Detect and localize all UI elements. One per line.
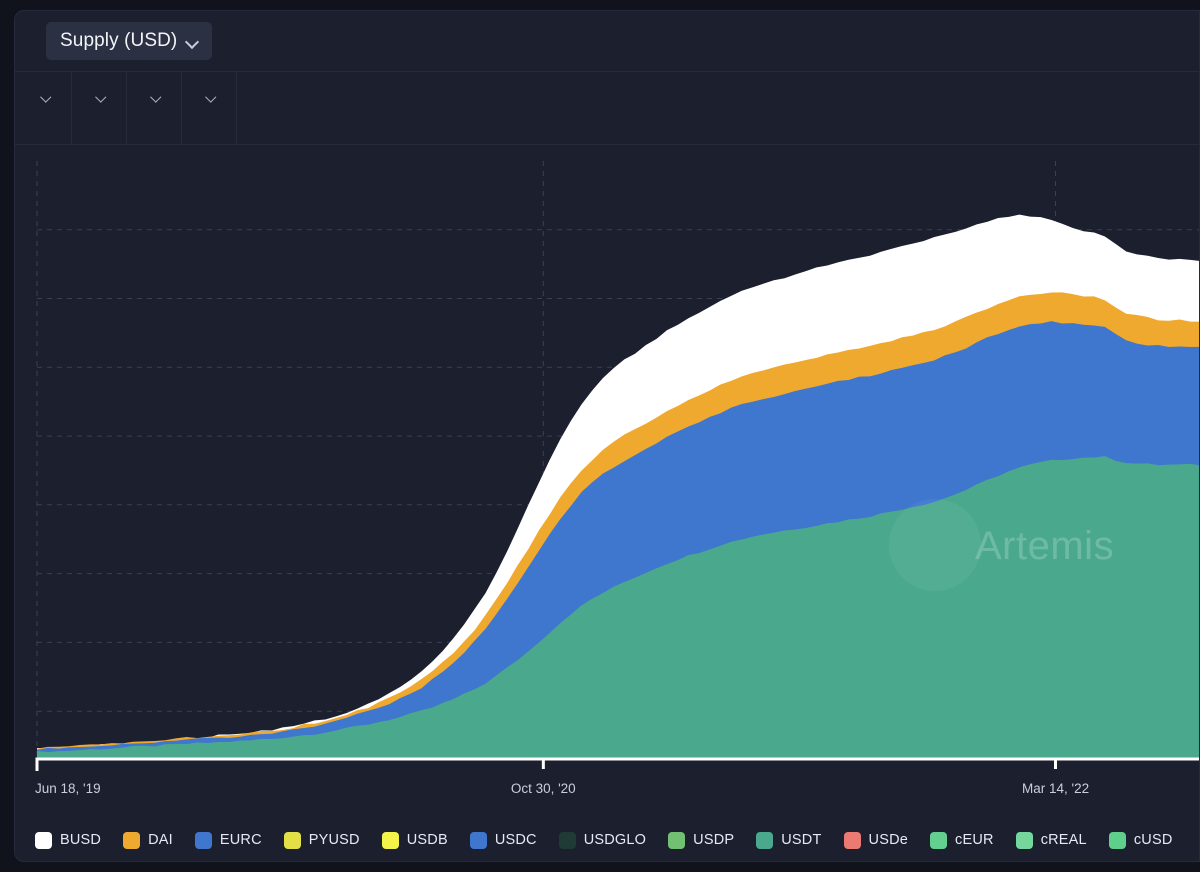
chevron-down-icon (186, 35, 199, 48)
legend-item-creal[interactable]: cREAL (1016, 832, 1087, 849)
x-axis-label: Mar 14, '22 (1022, 781, 1089, 796)
legend-swatch (284, 832, 301, 849)
legend-label: USDC (495, 832, 537, 848)
legend-swatch (668, 832, 685, 849)
legend-label: cUSD (1134, 832, 1173, 848)
chevron-down-icon (97, 92, 108, 103)
control-value-row (90, 92, 108, 103)
chart-control-bar (15, 72, 1200, 145)
control-value-row (35, 92, 53, 103)
legend-label: USDB (407, 832, 448, 848)
chart-plot-area: Artemis Jun 18, '19 Oct 30, '20 Mar 14, '2… (15, 145, 1200, 813)
legend-item-usdc[interactable]: USDC (470, 832, 537, 849)
control-units[interactable] (127, 72, 182, 144)
control-value-row (200, 92, 218, 103)
x-axis-line (37, 759, 1200, 771)
metric-selector[interactable]: Supply (USD) (46, 22, 212, 60)
legend-item-usde[interactable]: USDe (844, 832, 908, 849)
legend-item-eurc[interactable]: EURC (195, 832, 262, 849)
legend-item-usdp[interactable]: USDP (668, 832, 734, 849)
legend-item-usdb[interactable]: USDB (382, 832, 448, 849)
legend-label: USDT (781, 832, 821, 848)
chevron-down-icon (42, 92, 53, 103)
legend-item-usdt[interactable]: USDT (756, 832, 821, 849)
legend-label: EURC (220, 832, 262, 848)
legend-swatch (382, 832, 399, 849)
control-breakdown[interactable] (182, 72, 237, 144)
legend-label: USDe (869, 832, 908, 848)
legend-item-usdglo[interactable]: USDGLO (559, 832, 646, 849)
legend-label: cEUR (955, 832, 994, 848)
watermark-text: Artemis (975, 524, 1114, 568)
legend-item-dai[interactable]: DAI (123, 832, 173, 849)
legend-swatch (470, 832, 487, 849)
chart-page: Supply (USD) Artemis Jun 18, '19 Oct 30, … (0, 0, 1200, 872)
x-axis-label: Oct 30, '20 (511, 781, 576, 796)
legend-swatch (844, 832, 861, 849)
control-chart[interactable] (15, 72, 72, 144)
legend-label: DAI (148, 832, 173, 848)
chevron-down-icon (207, 92, 218, 103)
metric-selector-label: Supply (USD) (60, 30, 177, 52)
legend-item-cusd[interactable]: cUSD (1109, 832, 1173, 849)
chart-legend: BUSD DAI EURC PYUSD USDB USDC USDGLO USDP USDT US… (15, 817, 1200, 862)
legend-label: USDP (693, 832, 734, 848)
legend-swatch (1109, 832, 1126, 849)
x-axis-label: Jun 18, '19 (35, 781, 101, 796)
legend-swatch (930, 832, 947, 849)
legend-swatch (123, 832, 140, 849)
legend-swatch (559, 832, 576, 849)
chevron-down-icon (152, 92, 163, 103)
legend-swatch (1016, 832, 1033, 849)
legend-label: cREAL (1041, 832, 1087, 848)
legend-swatch (35, 832, 52, 849)
control-value-row (145, 92, 163, 103)
legend-swatch (756, 832, 773, 849)
legend-item-busd[interactable]: BUSD (35, 832, 101, 849)
chart-panel: Supply (USD) Artemis Jun 18, '19 Oct 30, … (14, 10, 1200, 862)
chart-header: Supply (USD) (15, 11, 1200, 72)
legend-label: BUSD (60, 832, 101, 848)
legend-label: PYUSD (309, 832, 360, 848)
legend-swatch (195, 832, 212, 849)
control-scale[interactable] (72, 72, 127, 144)
legend-item-ceur[interactable]: cEUR (930, 832, 994, 849)
stacked-area-svg: Artemis (15, 145, 1200, 813)
legend-item-pyusd[interactable]: PYUSD (284, 832, 360, 849)
legend-label: USDGLO (584, 832, 646, 848)
